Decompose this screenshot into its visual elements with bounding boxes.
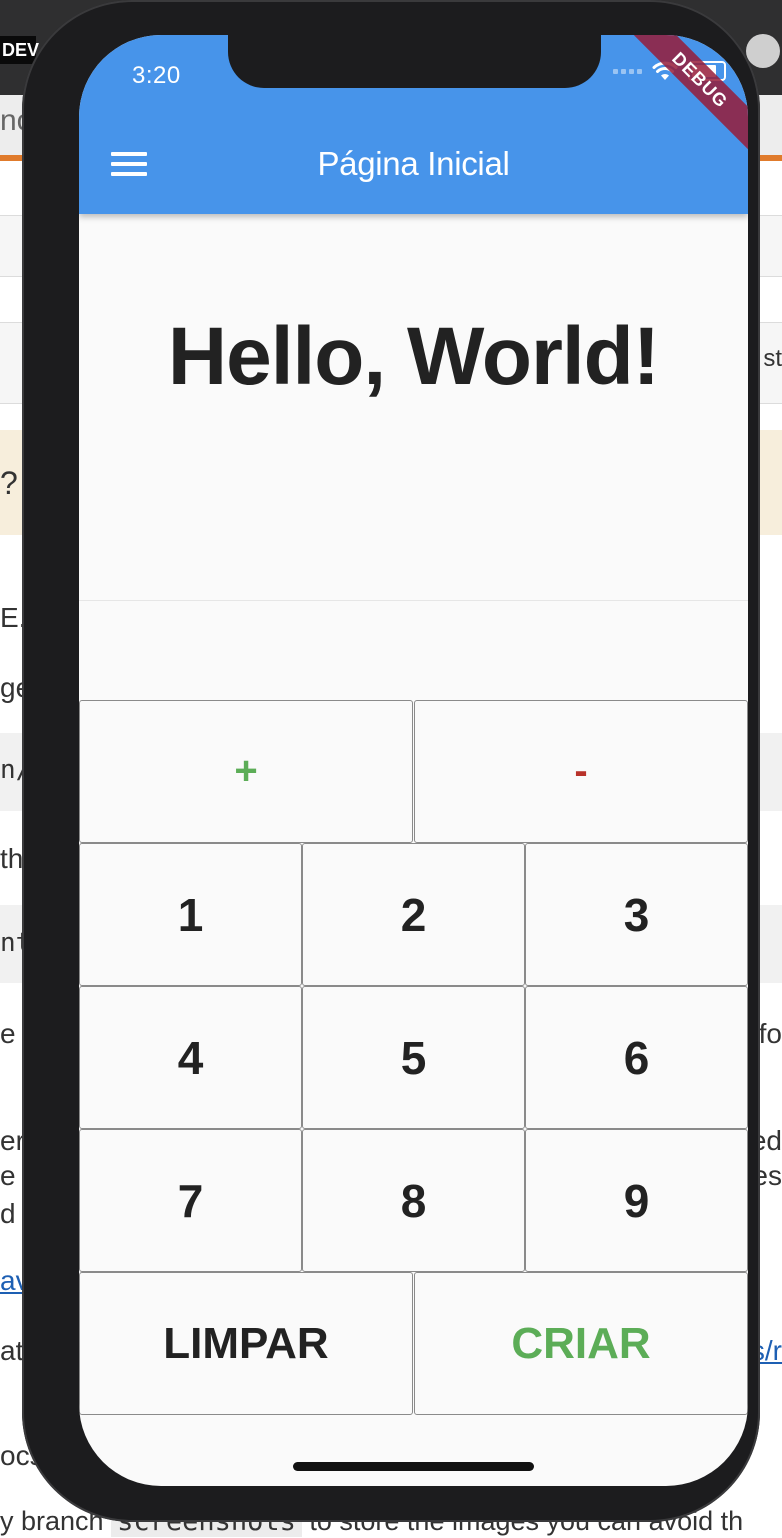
digit-5-button[interactable]: 5 xyxy=(302,986,525,1129)
digit-6-button[interactable]: 6 xyxy=(525,986,748,1129)
digit-7-button[interactable]: 7 xyxy=(79,1129,302,1272)
status-time: 3:20 xyxy=(132,62,181,89)
github-icon xyxy=(746,34,780,68)
greeting-text: Hello, World! xyxy=(167,311,660,402)
content-divider xyxy=(79,600,748,601)
phone-frame: 3:20 Página Inicial DEBUG Hello, World! … xyxy=(22,0,760,1522)
background-snippet: ? xyxy=(0,465,18,501)
signal-icon xyxy=(613,68,642,74)
increment-button[interactable]: + xyxy=(79,700,413,843)
home-indicator[interactable] xyxy=(293,1462,534,1471)
digit-1-button[interactable]: 1 xyxy=(79,843,302,986)
digit-9-button[interactable]: 9 xyxy=(525,1129,748,1272)
background-snippet: e xyxy=(0,1018,16,1049)
digit-4-button[interactable]: 4 xyxy=(79,986,302,1129)
clear-button[interactable]: LIMPAR xyxy=(79,1272,413,1415)
decrement-button[interactable]: - xyxy=(414,700,748,843)
device-notch xyxy=(228,35,601,88)
phone-screen: 3:20 Página Inicial DEBUG Hello, World! … xyxy=(79,35,748,1486)
background-snippet: th xyxy=(0,843,24,874)
digit-3-button[interactable]: 3 xyxy=(525,843,748,986)
digit-2-button[interactable]: 2 xyxy=(302,843,525,986)
background-snippet: st xyxy=(763,345,782,372)
digit-8-button[interactable]: 8 xyxy=(302,1129,525,1272)
background-snippet: d xyxy=(0,1198,16,1229)
create-button[interactable]: CRIAR xyxy=(414,1272,748,1415)
page-title: Página Inicial xyxy=(317,145,510,182)
dev-logo: DEV xyxy=(0,36,39,64)
